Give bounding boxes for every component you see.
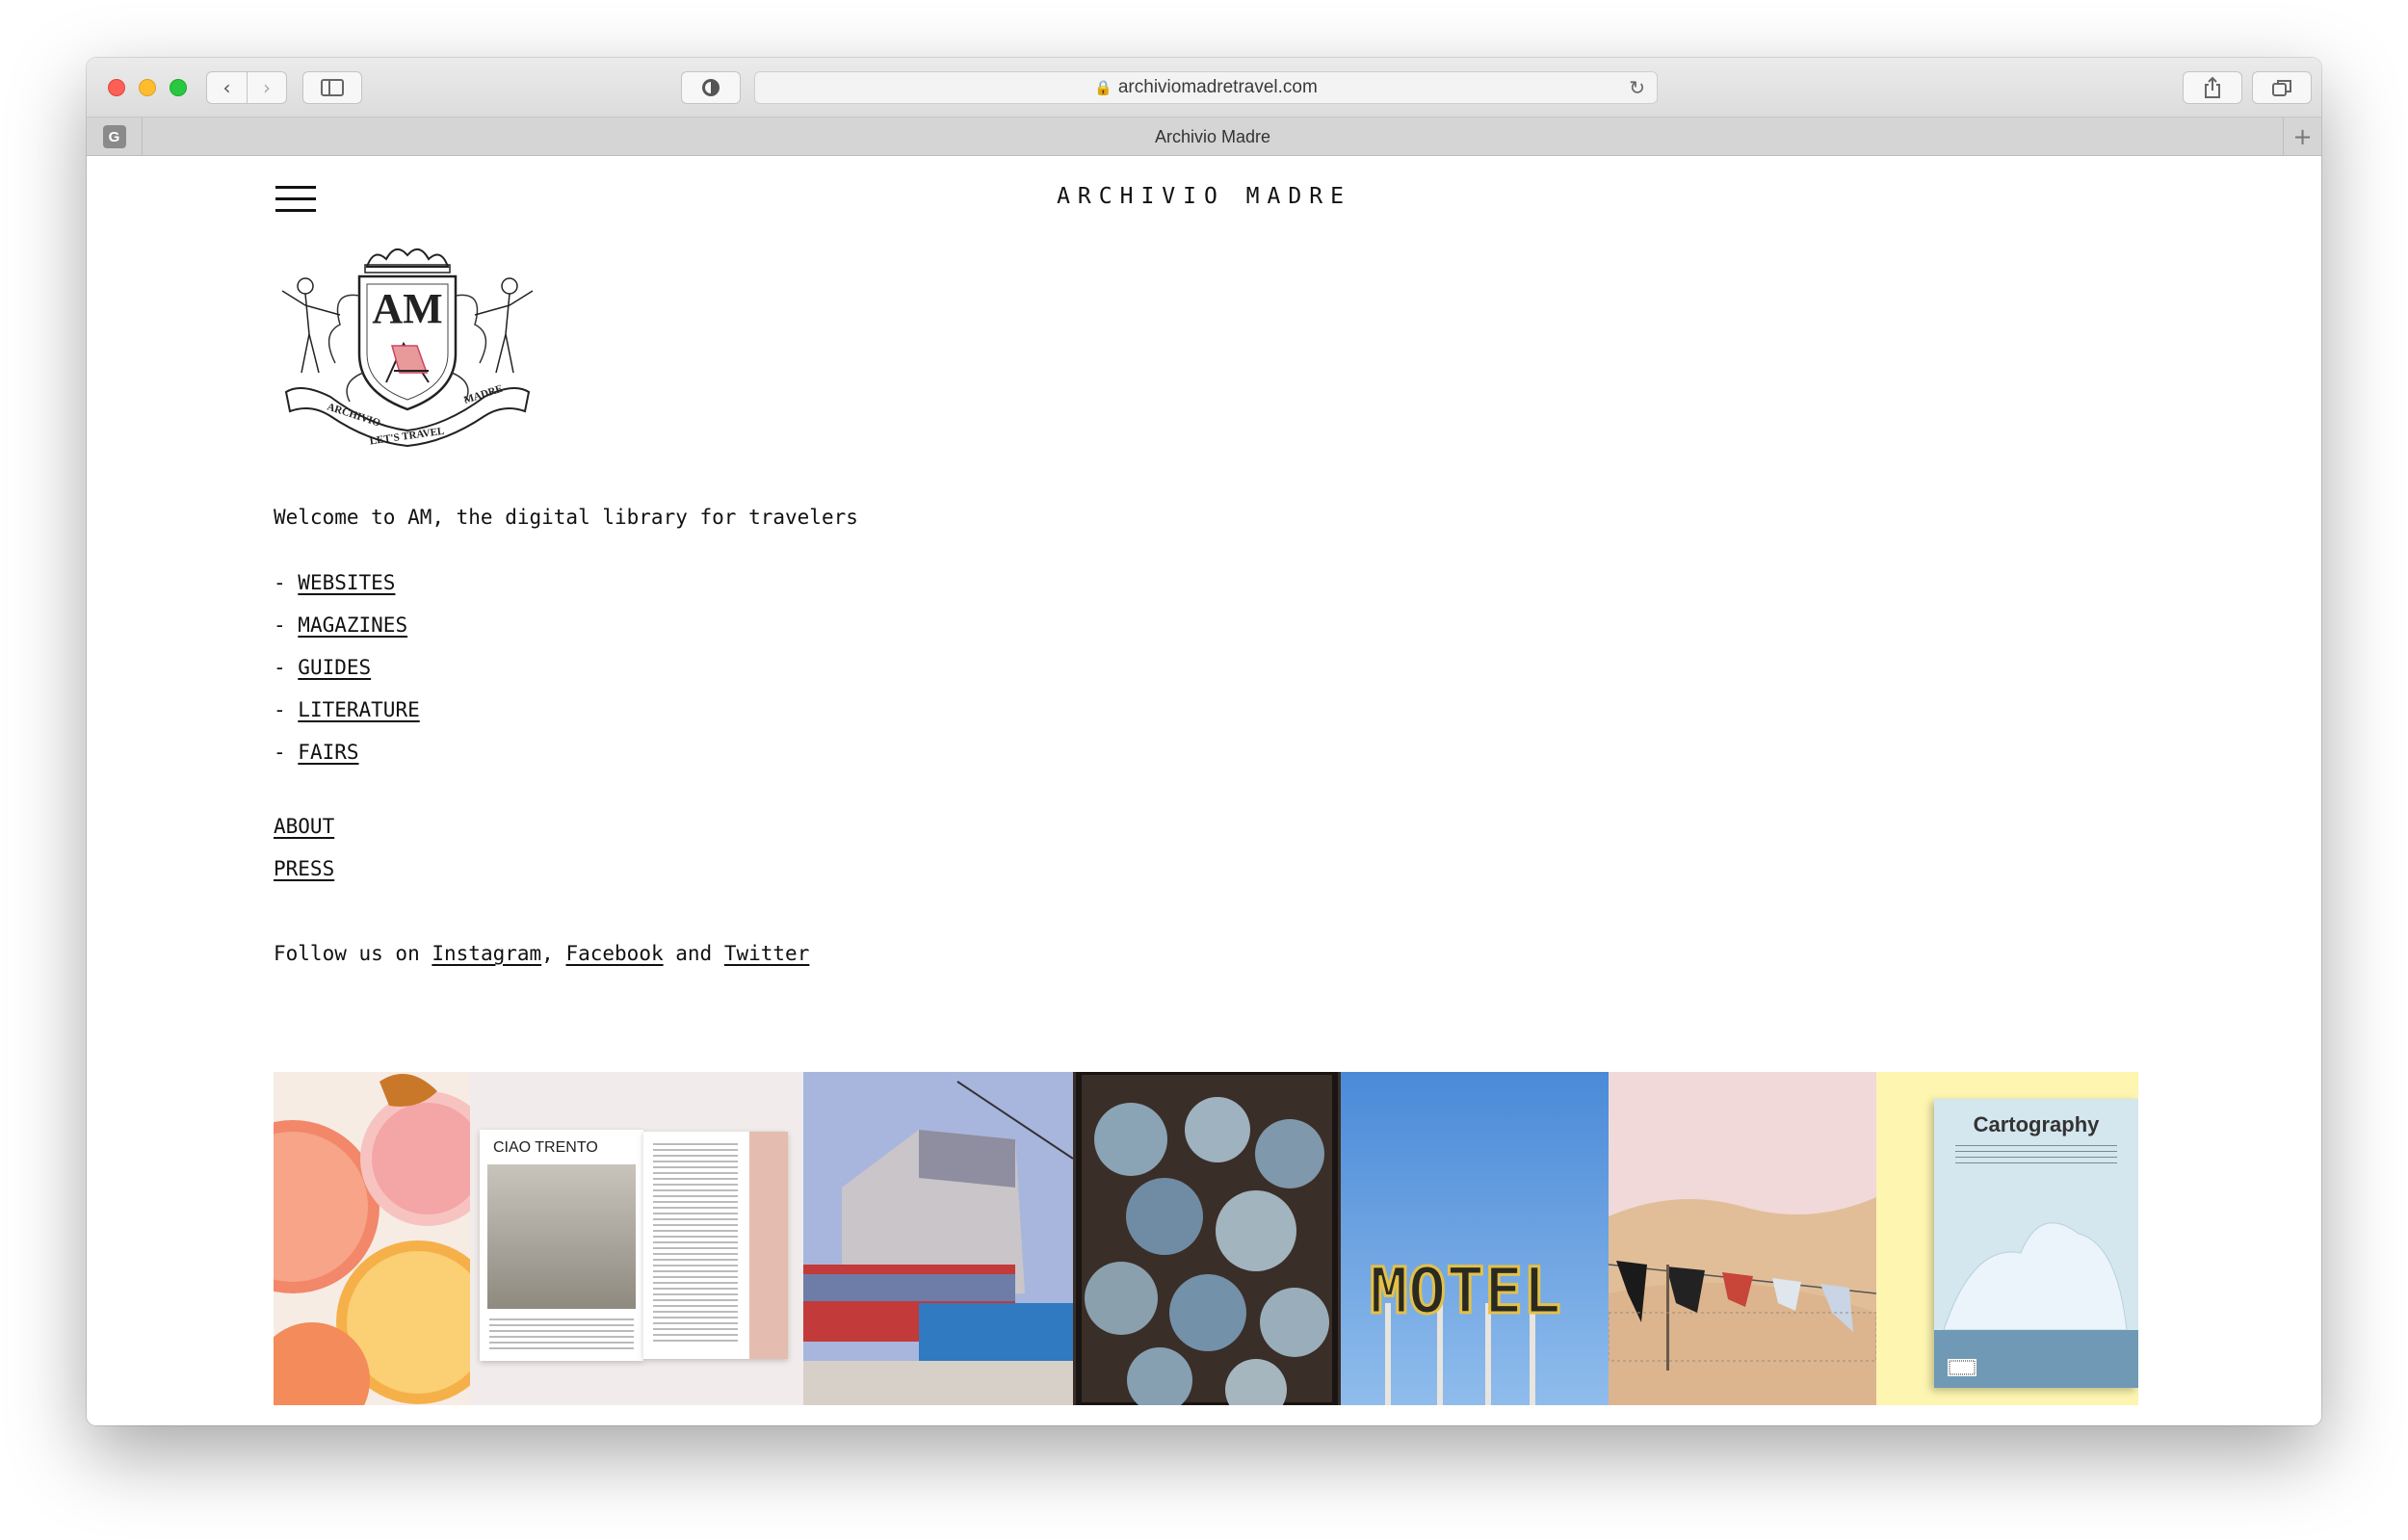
citrus-image <box>274 1074 470 1405</box>
instagram-link[interactable]: Instagram <box>432 942 541 965</box>
share-button[interactable] <box>2183 71 2242 104</box>
sidebar-toggle-button[interactable] <box>302 71 362 104</box>
magazine-right-page <box>643 1132 788 1359</box>
show-tabs-button[interactable] <box>2252 71 2312 104</box>
sidebar-icon <box>321 79 344 96</box>
reload-icon[interactable]: ↻ <box>1629 76 1645 99</box>
share-icon <box>2205 76 2220 98</box>
back-button[interactable]: ‹ <box>207 72 247 103</box>
follow-us-line: Follow us on Instagram, Facebook and Twi… <box>274 942 809 965</box>
hamburger-icon-line <box>275 209 316 212</box>
browser-toolbar: ‹ › 🔒 archiviomadretravel.com ↻ <box>87 58 2321 117</box>
tab-active[interactable]: Archivio Madre <box>143 117 2283 156</box>
pinned-tab[interactable]: G <box>87 117 143 156</box>
browser-window: ‹ › 🔒 archiviomadretravel.com ↻ G Archiv… <box>87 58 2321 1425</box>
forward-button[interactable]: › <box>246 72 286 103</box>
gallery-tile-globes[interactable] <box>1073 1072 1341 1405</box>
literature-link[interactable]: LITERATURE <box>298 698 419 721</box>
favicon-icon: G <box>102 125 126 148</box>
follow-separator: , <box>541 942 566 965</box>
tram-image <box>803 1072 1073 1405</box>
list-item: - LITERATURE <box>274 689 420 731</box>
desert-image <box>1609 1072 1876 1405</box>
gallery-tile-desert[interactable] <box>1609 1072 1876 1405</box>
list-dash: - <box>274 656 299 679</box>
gallery-tile-magazine[interactable]: CIAO TRENTO <box>470 1072 803 1405</box>
cover-title: Cartography <box>1973 1112 2100 1136</box>
page-content: ARCHIVIO MADRE AM ARCHIVIO MADRE LET'S T… <box>87 157 2321 1425</box>
shield-icon <box>702 79 720 96</box>
history-nav: ‹ › <box>206 71 287 104</box>
list-dash: - <box>274 741 299 764</box>
pink-sidebar <box>749 1132 788 1359</box>
follow-separator: and <box>663 942 724 965</box>
gallery-tile-tram[interactable] <box>803 1072 1073 1405</box>
list-dash: - <box>274 698 299 721</box>
magazine-left-page: CIAO TRENTO <box>480 1130 643 1361</box>
welcome-text: Welcome to AM, the digital library for t… <box>274 506 858 529</box>
gallery-tile-citrus[interactable] <box>274 1072 470 1405</box>
tabs-overview-icon <box>2272 80 2291 96</box>
image-gallery: CIAO TRENTO MOTEL Cartography <box>274 1072 2138 1405</box>
guides-link[interactable]: GUIDES <box>298 656 371 679</box>
minimize-window-button[interactable] <box>139 79 156 96</box>
fairs-link[interactable]: FAIRS <box>298 741 358 764</box>
list-item: - FAIRS <box>274 731 420 773</box>
cover-subtitle-lines <box>1955 1145 2117 1168</box>
lock-icon: 🔒 <box>1094 79 1112 96</box>
svg-text:AM: AM <box>372 285 442 332</box>
iceberg-illustration <box>1934 1222 2138 1388</box>
press-link[interactable]: PRESS <box>274 857 334 880</box>
follow-prefix: Follow us on <box>274 942 432 965</box>
about-link[interactable]: ABOUT <box>274 815 334 838</box>
zoom-window-button[interactable] <box>170 79 187 96</box>
text-lines <box>489 1318 634 1353</box>
archivio-madre-logo: AM ARCHIVIO MADRE LET'S TRAVEL <box>281 248 534 447</box>
site-title[interactable]: ARCHIVIO MADRE <box>87 184 2321 209</box>
text-lines <box>653 1143 738 1345</box>
twitter-link[interactable]: Twitter <box>724 942 810 965</box>
facebook-link[interactable]: Facebook <box>565 942 663 965</box>
close-window-button[interactable] <box>108 79 125 96</box>
url-text: archiviomadretravel.com <box>1117 77 1318 97</box>
list-dash: - <box>274 571 299 594</box>
websites-link[interactable]: WEBSITES <box>298 571 395 594</box>
privacy-report-button[interactable] <box>681 71 741 104</box>
motel-sign-image: MOTEL <box>1341 1072 1609 1405</box>
list-item: - WEBSITES <box>274 561 420 604</box>
magazines-link[interactable]: MAGAZINES <box>298 613 407 637</box>
tab-bar: G Archivio Madre + <box>87 117 2321 156</box>
new-tab-button[interactable]: + <box>2283 117 2321 156</box>
magazine-headline: CIAO TRENTO <box>493 1139 598 1156</box>
category-list: - WEBSITES - MAGAZINES - GUIDES - LITERA… <box>274 561 420 773</box>
cartography-cover: Cartography <box>1934 1099 2138 1388</box>
list-item: - MAGAZINES <box>274 604 420 646</box>
chevron-left-icon: ‹ <box>222 76 231 99</box>
list-dash: - <box>274 613 299 637</box>
gallery-tile-motel[interactable]: MOTEL <box>1341 1072 1609 1405</box>
building-photo <box>487 1164 636 1309</box>
chevron-right-icon: › <box>262 76 271 99</box>
address-bar[interactable]: 🔒 archiviomadretravel.com ↻ <box>754 71 1658 104</box>
gallery-tile-cartography[interactable]: Cartography <box>1876 1072 2138 1405</box>
svg-text:MOTEL: MOTEL <box>1370 1254 1561 1328</box>
list-item: - GUIDES <box>274 646 420 689</box>
globes-image <box>1073 1072 1341 1405</box>
